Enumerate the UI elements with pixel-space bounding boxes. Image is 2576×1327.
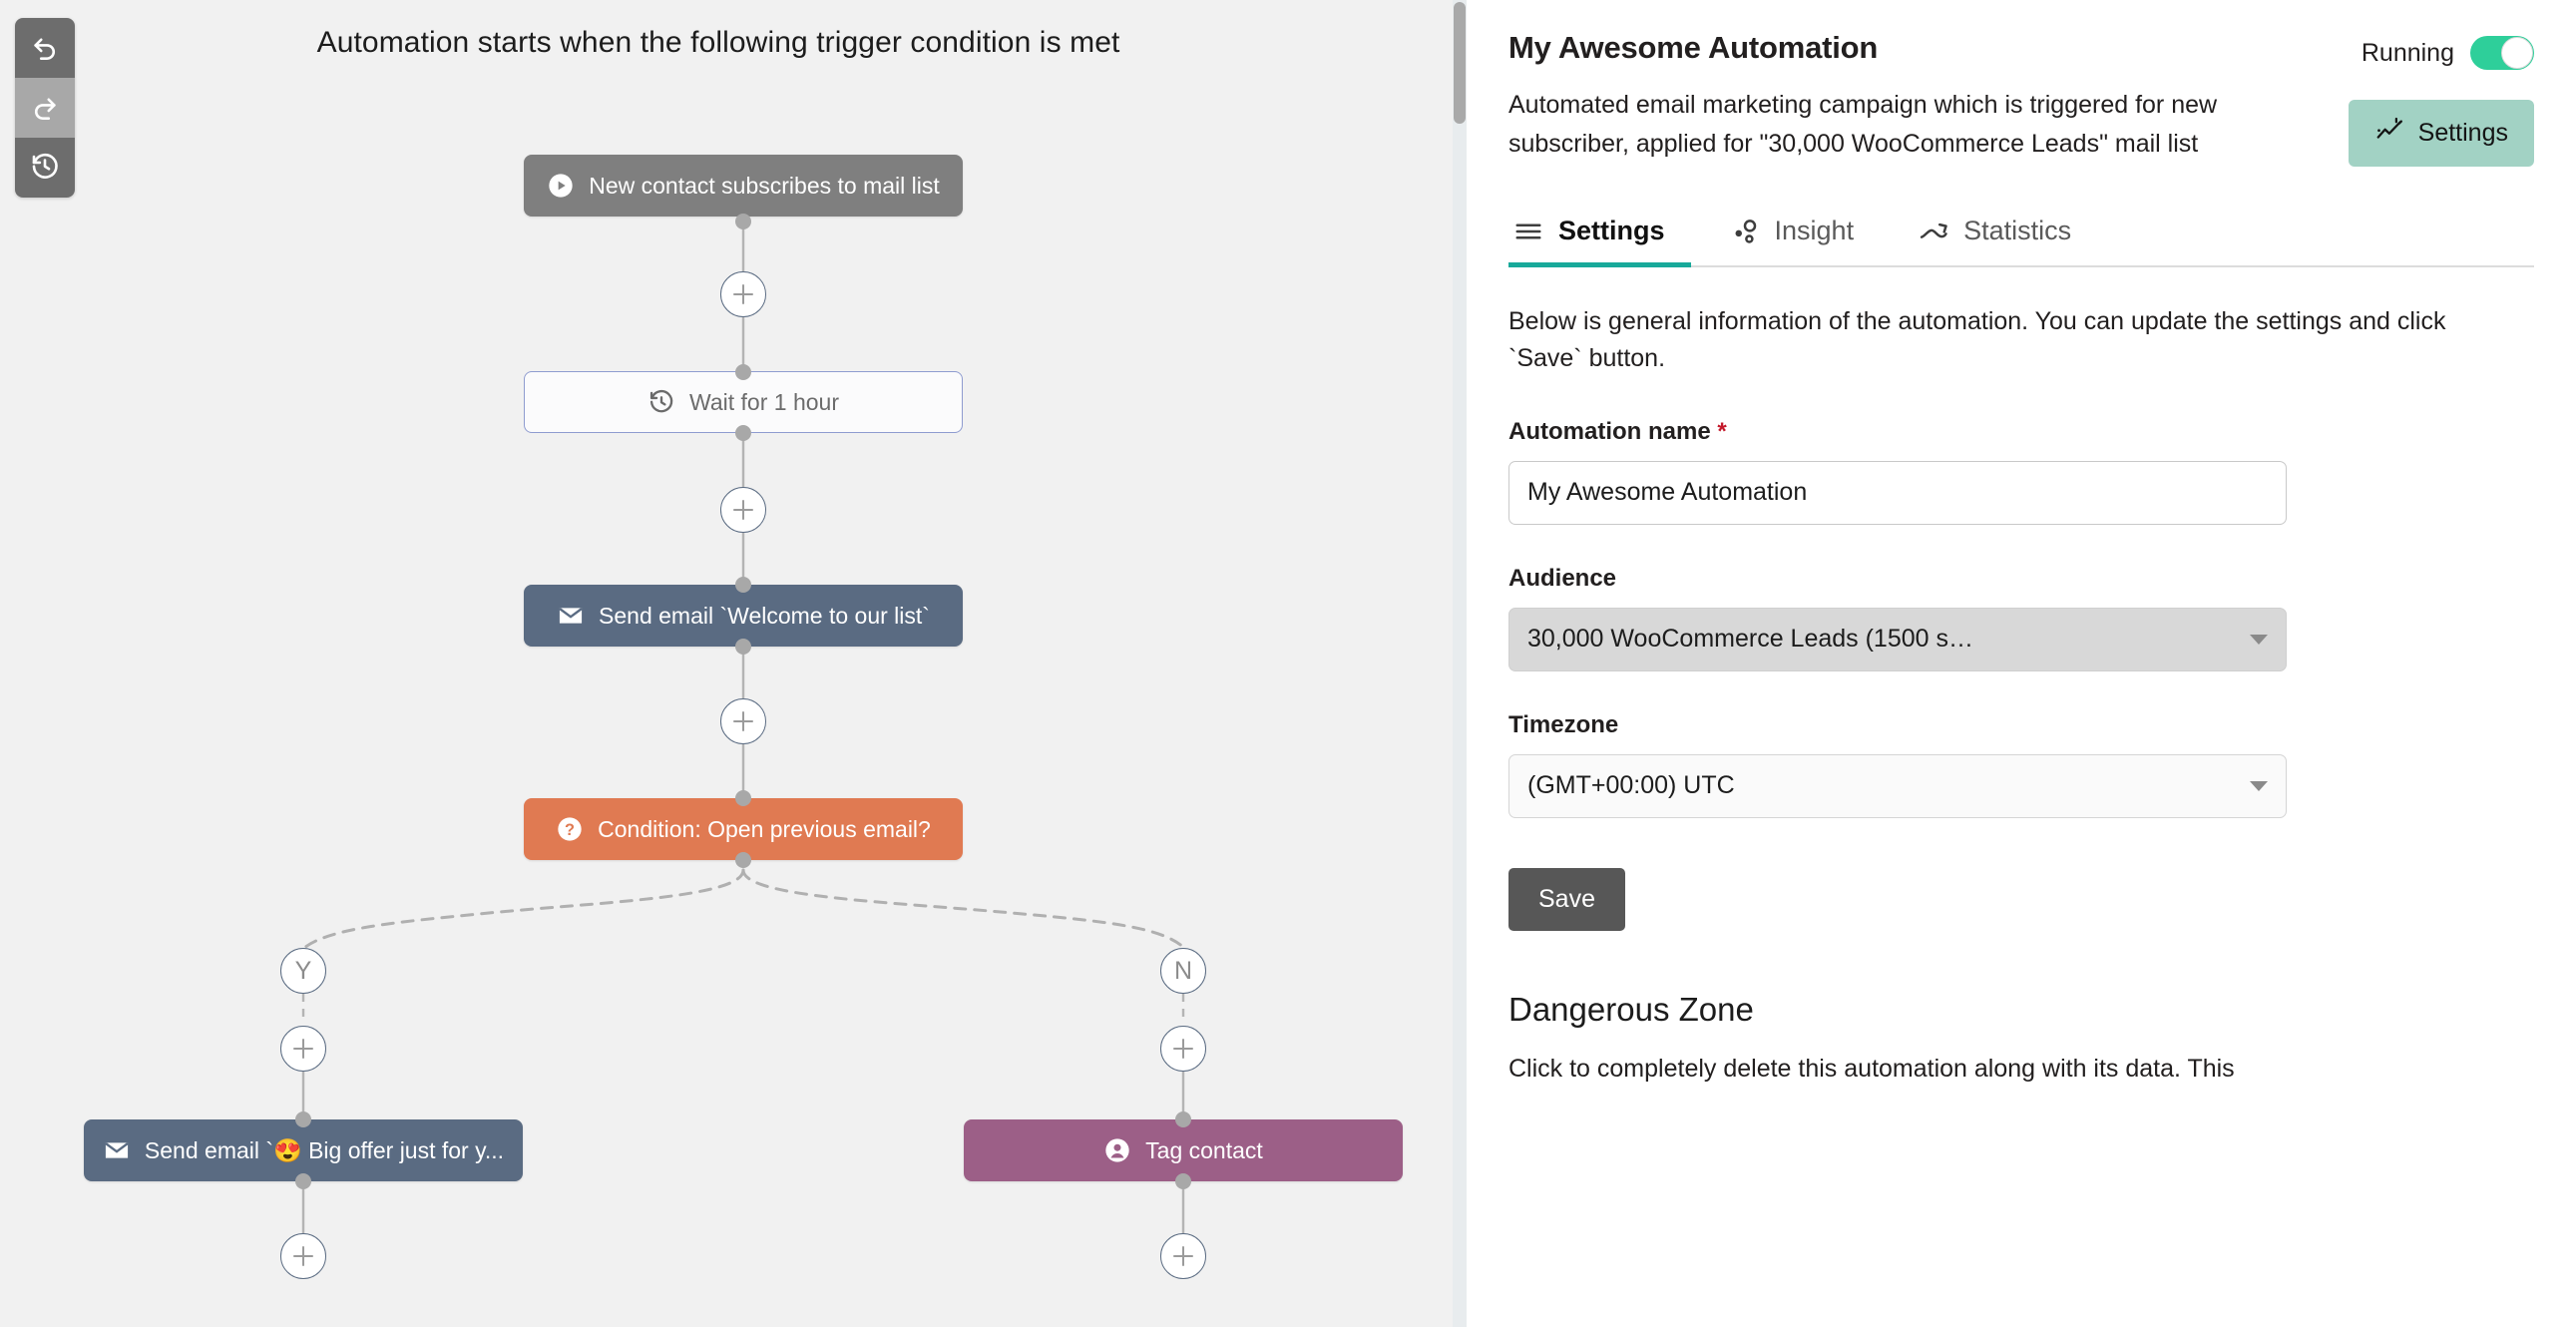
flow-node-condition[interactable]: ? Condition: Open previous email?: [524, 798, 963, 860]
flow-nodes: New contact subscribes to mail list Wait…: [0, 0, 1467, 1327]
flow-node-trigger-label: New contact subscribes to mail list: [589, 172, 940, 199]
canvas-scrollbar[interactable]: [1453, 0, 1467, 1327]
settings-button[interactable]: Settings: [2348, 100, 2534, 167]
running-toggle-group: Running: [2361, 36, 2534, 70]
redo-button[interactable]: [15, 78, 75, 138]
add-step-button-yes[interactable]: [280, 1026, 326, 1072]
question-circle-icon: ?: [556, 815, 584, 843]
settings-intro-text: Below is general information of the auto…: [1508, 306, 2446, 373]
settings-button-label: Settings: [2417, 119, 2508, 147]
automation-name-field: Automation name *: [1508, 418, 2534, 525]
flow-node-send-email-2[interactable]: Send email `😍 Big offer just for y...: [84, 1119, 523, 1181]
undo-icon: [30, 31, 60, 66]
flow-node-send-email-2-label: Send email `😍 Big offer just for y...: [144, 1136, 505, 1163]
envelope-icon: [103, 1136, 131, 1164]
branch-no-marker[interactable]: N: [1160, 948, 1206, 994]
canvas-scrollbar-thumb[interactable]: [1454, 2, 1466, 124]
audience-label: Audience: [1508, 564, 1617, 592]
panel-header: My Awesome Automation Automated email ma…: [1508, 30, 2534, 167]
add-step-button-yes-2[interactable]: [280, 1233, 326, 1279]
timezone-select-value: (GMT+00:00) UTC: [1527, 771, 1735, 799]
automation-name-label: Automation name *: [1508, 418, 2534, 446]
audience-field: Audience 30,000 WooCommerce Leads (1500 …: [1508, 565, 2534, 671]
toggle-knob: [2501, 37, 2533, 69]
node-port-out: [735, 214, 751, 229]
automation-builder-page: Automation starts when the following tri…: [0, 0, 2576, 1327]
node-port-out: [735, 852, 751, 868]
chevron-down-icon: [2250, 634, 2268, 645]
tab-settings[interactable]: Settings: [1508, 210, 1691, 267]
dangerous-zone-section: Dangerous Zone Click to completely delet…: [1508, 991, 2534, 1089]
required-asterisk: *: [1717, 417, 1727, 445]
timezone-field: Timezone (GMT+00:00) UTC: [1508, 711, 2534, 818]
timezone-select[interactable]: (GMT+00:00) UTC: [1508, 753, 2287, 818]
node-port-in: [735, 577, 751, 593]
node-port-out: [735, 639, 751, 655]
history-button[interactable]: [15, 138, 75, 198]
add-step-button-2[interactable]: [720, 487, 766, 533]
hamburger-icon: [1512, 216, 1544, 247]
node-port-out: [735, 425, 751, 441]
flow-node-tag-contact[interactable]: Tag contact: [964, 1119, 1403, 1181]
timezone-label: Timezone: [1508, 710, 1619, 738]
undo-button[interactable]: [15, 18, 75, 78]
node-port-in: [735, 790, 751, 806]
automation-details-panel: My Awesome Automation Automated email ma…: [1467, 0, 2576, 1327]
flow-node-send-email-1-label: Send email `Welcome to our list`: [599, 602, 930, 629]
user-circle-icon: [1103, 1136, 1131, 1164]
panel-tabs: Settings Insight Statistics: [1508, 210, 2534, 267]
save-button[interactable]: Save: [1508, 867, 1625, 931]
audience-select-value: 30,000 WooCommerce Leads (1500 s…: [1527, 625, 1973, 653]
add-step-button-no[interactable]: [1160, 1026, 1206, 1072]
history-toolbar: [15, 18, 75, 198]
flow-canvas[interactable]: Automation starts when the following tri…: [0, 0, 1467, 1327]
node-port-out: [295, 1173, 311, 1189]
add-step-button-1[interactable]: [720, 271, 766, 317]
insight-icon: [1729, 216, 1761, 247]
branch-yes-marker[interactable]: Y: [280, 948, 326, 994]
play-circle-icon: [547, 172, 575, 200]
add-step-button-no-2[interactable]: [1160, 1233, 1206, 1279]
tab-settings-label: Settings: [1558, 216, 1665, 245]
node-port-in: [295, 1111, 311, 1127]
node-port-in: [1175, 1111, 1191, 1127]
chevron-down-icon: [2250, 780, 2268, 791]
tab-insight[interactable]: Insight: [1725, 210, 1881, 265]
automation-description: Automated email marketing campaign which…: [1508, 91, 2218, 158]
tab-statistics[interactable]: Statistics: [1914, 210, 2097, 265]
flow-node-wait[interactable]: Wait for 1 hour: [524, 371, 963, 433]
clock-history-icon: [30, 151, 60, 186]
magic-wand-icon: [2374, 115, 2404, 152]
tab-statistics-label: Statistics: [1963, 216, 2072, 245]
branch-no-label: N: [1173, 956, 1193, 985]
branch-yes-label: Y: [294, 956, 312, 985]
svg-text:?: ?: [565, 821, 575, 839]
automation-name-input[interactable]: [1508, 460, 2287, 525]
settings-tab-content: Below is general information of the auto…: [1508, 267, 2534, 1089]
dangerous-zone-title: Dangerous Zone: [1508, 990, 1754, 1028]
chart-line-icon: [1918, 216, 1949, 247]
flow-node-wait-label: Wait for 1 hour: [689, 388, 839, 415]
running-label: Running: [2361, 38, 2454, 67]
envelope-icon: [557, 602, 585, 630]
flow-node-trigger[interactable]: New contact subscribes to mail list: [524, 155, 963, 217]
audience-select[interactable]: 30,000 WooCommerce Leads (1500 s…: [1508, 607, 2287, 671]
automation-name-label-text: Automation name: [1508, 417, 1711, 445]
flow-node-condition-label: Condition: Open previous email?: [598, 815, 931, 842]
tab-insight-label: Insight: [1774, 216, 1855, 245]
redo-icon: [30, 91, 60, 126]
flow-node-tag-contact-label: Tag contact: [1145, 1136, 1263, 1163]
dangerous-zone-text: Click to completely delete this automati…: [1508, 1054, 2235, 1083]
running-toggle[interactable]: [2470, 36, 2534, 70]
node-port-in: [735, 364, 751, 380]
flow-node-send-email-1[interactable]: Send email `Welcome to our list`: [524, 585, 963, 647]
node-port-out: [1175, 1173, 1191, 1189]
add-step-button-3[interactable]: [720, 698, 766, 744]
clock-rotate-icon: [647, 388, 675, 416]
